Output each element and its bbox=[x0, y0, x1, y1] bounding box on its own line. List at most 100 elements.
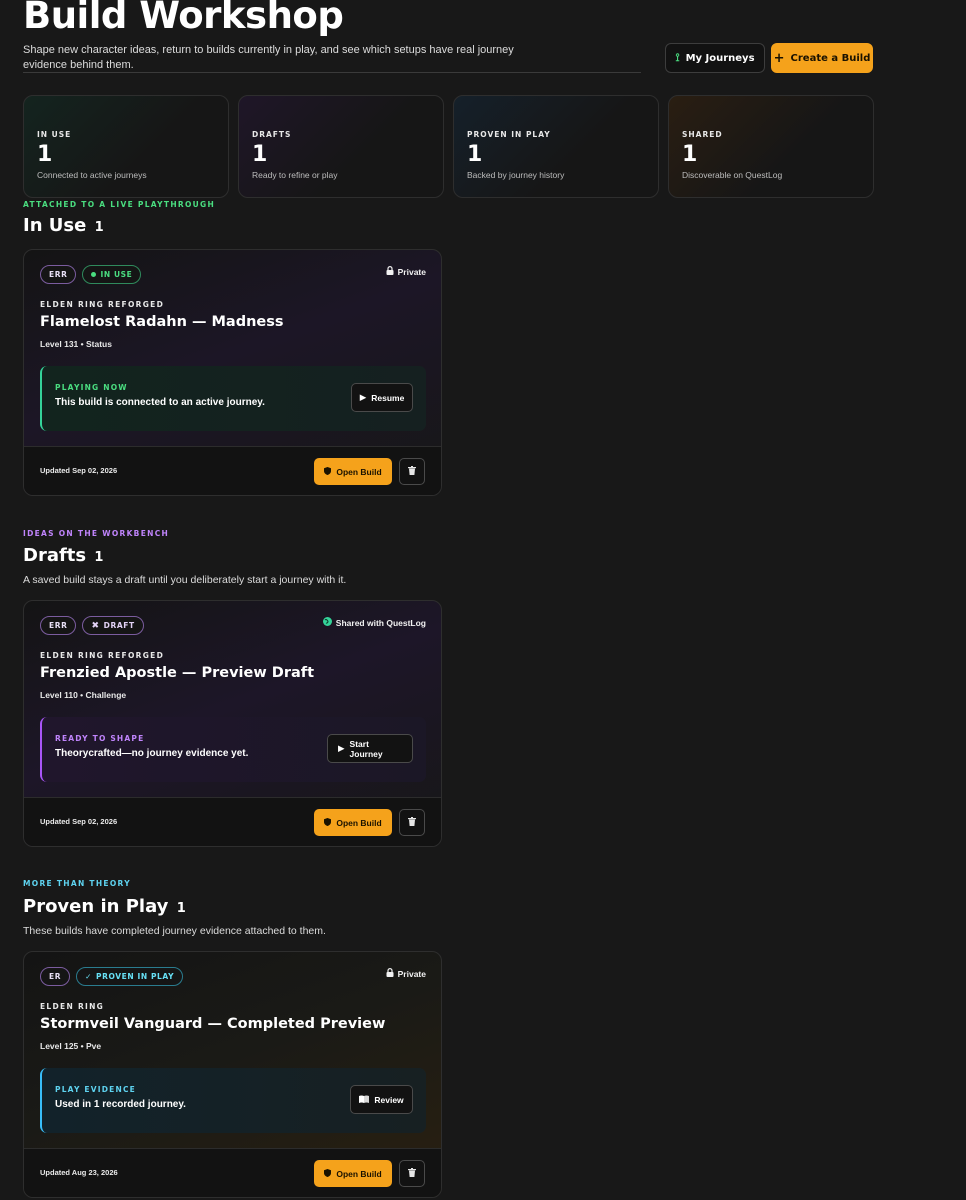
visibility-label: Private bbox=[397, 266, 426, 277]
status-dot-icon bbox=[91, 272, 97, 277]
visibility-indicator: Private bbox=[386, 968, 426, 979]
game-name: ELDEN RING REFORGED bbox=[40, 300, 165, 309]
section-count: 1 bbox=[94, 550, 104, 565]
section-title: Proven in Play bbox=[23, 896, 169, 917]
stat-value: 1 bbox=[467, 142, 483, 167]
status-panel: READY TO SHAPE Theorycrafted—no journey … bbox=[40, 717, 426, 782]
delete-build-button[interactable] bbox=[399, 458, 425, 485]
build-card-in-use: ERR IN USE Private ELDEN RING REFORGED F… bbox=[23, 249, 442, 496]
game-badge: ERR bbox=[40, 616, 77, 635]
stat-label: IN USE bbox=[37, 130, 72, 139]
status-panel: PLAYING NOW This build is connected to a… bbox=[40, 366, 426, 431]
play-icon: ▶ bbox=[338, 743, 345, 753]
stat-label: SHARED bbox=[682, 130, 723, 139]
open-build-label: Open Build bbox=[336, 817, 382, 828]
status-panel: PLAY EVIDENCE Used in 1 recorded journey… bbox=[40, 1068, 426, 1133]
create-build-button[interactable]: + Create a Build bbox=[771, 43, 873, 73]
updated-date: Updated Sep 02, 2026 bbox=[40, 817, 118, 826]
build-name: Stormveil Vanguard — Completed Preview bbox=[40, 1016, 386, 1032]
create-build-label: Create a Build bbox=[790, 52, 871, 64]
open-build-button[interactable]: Open Build bbox=[314, 458, 392, 485]
open-build-label: Open Build bbox=[336, 466, 382, 477]
globe-icon bbox=[322, 617, 332, 628]
build-name: Frenzied Apostle — Preview Draft bbox=[40, 665, 315, 681]
page-subtitle: Shape new character ideas, return to bui… bbox=[23, 44, 514, 71]
review-button[interactable]: Review bbox=[350, 1085, 413, 1114]
proven-heading: Proven in Play 1 bbox=[23, 896, 186, 917]
section-title: In Use bbox=[23, 215, 87, 236]
lock-icon bbox=[386, 968, 394, 979]
delete-build-button[interactable] bbox=[399, 809, 425, 836]
drafts-heading: Drafts 1 bbox=[23, 545, 103, 566]
start-journey-button[interactable]: ▶ Start Journey bbox=[327, 734, 413, 763]
stat-description: Connected to active journeys bbox=[37, 170, 147, 180]
proven-eyebrow: MORE THAN THEORY bbox=[23, 879, 131, 888]
stat-description: Backed by journey history bbox=[467, 170, 565, 180]
game-badge: ER bbox=[40, 967, 71, 986]
stat-card-drafts: DRAFTS 1 Ready to refine or play bbox=[238, 95, 444, 198]
badge-group: ERR IN USE bbox=[40, 265, 142, 284]
badge-group: ERR ✖ DRAFT bbox=[40, 616, 144, 635]
stat-label: PROVEN IN PLAY bbox=[467, 130, 551, 139]
my-journeys-label: My Journeys bbox=[685, 52, 755, 64]
stat-card-shared: SHARED 1 Discoverable on QuestLog bbox=[668, 95, 874, 198]
updated-date: Updated Sep 02, 2026 bbox=[40, 466, 118, 475]
game-name: ELDEN RING REFORGED bbox=[40, 651, 165, 660]
shield-icon bbox=[324, 817, 332, 828]
book-icon bbox=[359, 1095, 370, 1105]
trash-icon bbox=[408, 1167, 416, 1180]
resume-label: Resume bbox=[371, 392, 405, 403]
stat-card-in-use: IN USE 1 Connected to active journeys bbox=[23, 95, 229, 198]
updated-date: Updated Aug 23, 2026 bbox=[40, 1168, 118, 1177]
stat-value: 1 bbox=[37, 142, 53, 167]
game-name: ELDEN RING bbox=[40, 1002, 105, 1011]
play-icon: ▶ bbox=[359, 392, 367, 402]
stats-row: IN USE 1 Connected to active journeys DR… bbox=[23, 95, 874, 198]
build-meta: Level 125 • Pve bbox=[40, 1041, 102, 1051]
my-journeys-button[interactable]: ⟟ My Journeys bbox=[665, 43, 765, 73]
section-count: 1 bbox=[94, 220, 104, 235]
status-badge-label: PROVEN IN PLAY bbox=[96, 972, 175, 981]
visibility-indicator: Private bbox=[386, 266, 426, 277]
badge-group: ER ✓ PROVEN IN PLAY bbox=[40, 967, 184, 986]
visibility-indicator: Shared with QuestLog bbox=[322, 617, 426, 628]
stat-label: DRAFTS bbox=[252, 130, 292, 139]
stat-value: 1 bbox=[682, 142, 698, 167]
page-title: Build Workshop bbox=[23, 0, 344, 37]
header-divider bbox=[23, 72, 641, 73]
in-use-heading: In Use 1 bbox=[23, 215, 104, 236]
status-badge-label: IN USE bbox=[100, 270, 133, 279]
game-badge: ERR bbox=[40, 265, 77, 284]
checkmark-icon: ✓ bbox=[85, 972, 92, 981]
card-footer: Updated Sep 02, 2026 Open Build bbox=[24, 798, 441, 846]
stat-card-proven: PROVEN IN PLAY 1 Backed by journey histo… bbox=[453, 95, 659, 198]
stat-description: Discoverable on QuestLog bbox=[682, 170, 783, 180]
status-badge: ✖ DRAFT bbox=[82, 616, 144, 635]
build-meta: Level 110 • Challenge bbox=[40, 690, 127, 700]
card-footer: Updated Sep 02, 2026 Open Build bbox=[24, 447, 441, 495]
status-badge-label: DRAFT bbox=[103, 621, 135, 630]
visibility-label: Private bbox=[397, 968, 426, 979]
lock-icon bbox=[386, 266, 394, 277]
visibility-label: Shared with QuestLog bbox=[335, 617, 426, 628]
stat-description: Ready to refine or play bbox=[252, 170, 338, 180]
tools-icon: ✖ bbox=[91, 620, 100, 631]
in-use-eyebrow: ATTACHED TO A LIVE PLAYTHROUGH bbox=[23, 200, 216, 209]
shield-icon bbox=[324, 466, 332, 477]
status-badge: IN USE bbox=[82, 265, 142, 284]
open-build-button[interactable]: Open Build bbox=[314, 1160, 392, 1187]
proven-description: These builds have completed journey evid… bbox=[23, 925, 326, 937]
plus-icon: + bbox=[773, 50, 785, 66]
resume-button[interactable]: ▶ Resume bbox=[351, 383, 413, 412]
section-title: Drafts bbox=[23, 545, 87, 566]
delete-build-button[interactable] bbox=[399, 1160, 425, 1187]
stat-value: 1 bbox=[252, 142, 268, 167]
trash-icon bbox=[408, 816, 416, 829]
drafts-eyebrow: IDEAS ON THE WORKBENCH bbox=[23, 529, 170, 538]
section-count: 1 bbox=[176, 901, 186, 916]
open-build-button[interactable]: Open Build bbox=[314, 809, 392, 836]
status-badge: ✓ PROVEN IN PLAY bbox=[76, 967, 184, 986]
open-build-label: Open Build bbox=[336, 1168, 382, 1179]
build-card-proven: ER ✓ PROVEN IN PLAY Private ELDEN RING S… bbox=[23, 951, 442, 1198]
start-journey-label: Start Journey bbox=[349, 738, 383, 759]
